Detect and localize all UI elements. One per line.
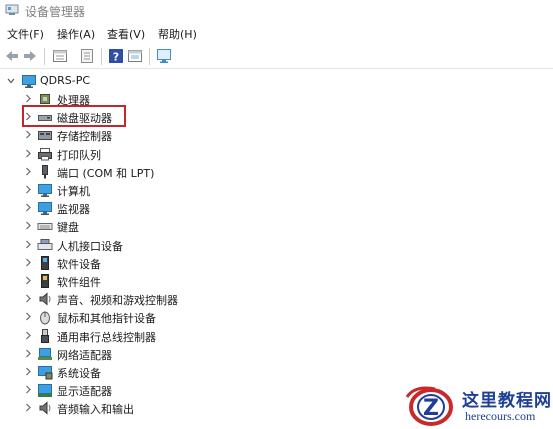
tree-item[interactable]: 计算机: [0, 181, 553, 199]
chevron-down-icon[interactable]: [7, 76, 15, 85]
menu-view[interactable]: 查看(V): [107, 26, 145, 42]
scan-hardware-icon[interactable]: [156, 48, 172, 64]
forward-icon[interactable]: [22, 48, 38, 64]
tree-root[interactable]: QDRS-PC: [0, 72, 553, 90]
tree-item[interactable]: 通用串行总线控制器: [0, 327, 553, 345]
audio-io-icon: [39, 401, 51, 415]
display-adapter-icon: [38, 384, 52, 398]
software-device-icon: [41, 255, 49, 270]
help-icon[interactable]: ?: [108, 48, 124, 64]
keyboard-icon: [37, 223, 53, 231]
tree-item[interactable]: 存储控制器: [0, 126, 553, 144]
watermark-logo-icon: Z: [405, 386, 453, 426]
watermark: Z 这里教程网 herecours.com: [402, 383, 553, 429]
tree-item-label: 网络适配器: [57, 348, 112, 362]
tree-item-label: 软件组件: [57, 276, 101, 289]
chevron-right-icon[interactable]: [24, 294, 32, 303]
toolbar: ?: [0, 44, 553, 69]
chevron-right-icon[interactable]: [24, 94, 32, 103]
tree-item-label: 打印队列: [57, 148, 101, 162]
sound-icon: [39, 292, 51, 306]
chevron-right-icon[interactable]: [24, 149, 32, 158]
tree-item[interactable]: 人机接口设备: [0, 236, 553, 254]
printer-icon: [38, 147, 52, 161]
chevron-right-icon[interactable]: [24, 349, 32, 358]
computer-icon: [38, 184, 52, 197]
tree-item-label: 存储控制器: [57, 130, 112, 144]
usb-icon: [41, 328, 49, 343]
chevron-right-icon[interactable]: [24, 331, 32, 340]
properties-grid-icon[interactable]: [52, 48, 68, 64]
mouse-icon: [40, 311, 50, 325]
watermark-title: 这里教程网: [462, 391, 552, 411]
monitor-icon: [38, 202, 52, 216]
tree-item-label: 显示适配器: [57, 385, 112, 399]
tree-item-label: 系统设备: [57, 367, 101, 380]
port-icon: [42, 164, 48, 179]
show-hidden-icon[interactable]: [127, 48, 143, 64]
tree-item-label: 鼠标和其他指针设备: [57, 312, 156, 326]
watermark-url: herecours.com: [465, 409, 536, 423]
chevron-right-icon[interactable]: [24, 130, 32, 139]
chevron-right-icon[interactable]: [24, 367, 32, 376]
tree-item-label: 人机接口设备: [57, 239, 123, 253]
software-component-icon: [41, 274, 49, 288]
chevron-right-icon[interactable]: [24, 258, 32, 267]
menu-help[interactable]: 帮助(H): [158, 26, 197, 42]
title-bar: 设备管理器: [0, 0, 553, 22]
tree-item-label: 计算机: [57, 185, 90, 198]
tree-item[interactable]: 软件组件: [0, 272, 553, 290]
svg-text:?: ?: [113, 51, 119, 64]
tree-item[interactable]: 打印队列: [0, 145, 553, 163]
storage-controller-icon: [38, 131, 52, 141]
highlight-box: [22, 105, 126, 127]
menu-bar: 文件(F) 操作(A) 查看(V) 帮助(H): [0, 23, 553, 43]
tree-item-label: 监视器: [57, 203, 90, 217]
chevron-right-icon[interactable]: [24, 167, 32, 176]
tree-item[interactable]: 声音、视频和游戏控制器: [0, 290, 553, 308]
toolbar-separator: [44, 48, 45, 65]
svg-text:Z: Z: [423, 396, 439, 421]
chevron-right-icon[interactable]: [24, 403, 32, 412]
chevron-right-icon[interactable]: [24, 276, 32, 285]
chevron-right-icon[interactable]: [24, 221, 32, 230]
tree-item-label: 声音、视频和游戏控制器: [57, 294, 178, 308]
tree-item[interactable]: 软件设备: [0, 254, 553, 272]
tree-item[interactable]: 键盘: [0, 217, 553, 235]
window-title: 设备管理器: [25, 5, 86, 19]
tree-item-label: 通用串行总线控制器: [57, 330, 156, 344]
tree-item[interactable]: 监视器: [0, 199, 553, 217]
hid-icon: [37, 238, 53, 250]
chevron-right-icon[interactable]: [24, 240, 32, 249]
properties-icon[interactable]: [79, 48, 95, 64]
chevron-right-icon[interactable]: [24, 185, 32, 194]
tree-item-label: 软件设备: [57, 257, 101, 271]
toolbar-separator: [101, 48, 102, 65]
chevron-right-icon[interactable]: [24, 203, 32, 212]
tree-item-label: 音频输入和输出: [57, 403, 134, 417]
menu-action[interactable]: 操作(A): [57, 26, 95, 42]
toolbar-separator: [149, 48, 150, 65]
device-manager-icon: [5, 4, 19, 15]
tree-item[interactable]: 端口 (COM 和 LPT): [0, 163, 553, 181]
system-device-icon: [38, 366, 53, 380]
computer-icon: [22, 75, 36, 88]
chevron-right-icon[interactable]: [24, 385, 32, 394]
tree-root-label: QDRS-PC: [40, 74, 91, 87]
network-adapter-icon: [38, 347, 52, 360]
tree-item[interactable]: 网络适配器: [0, 345, 553, 363]
tree-item-label: 端口 (COM 和 LPT): [57, 166, 155, 180]
back-icon[interactable]: [4, 48, 20, 64]
tree-item-label: 键盘: [57, 221, 79, 235]
tree-item[interactable]: 鼠标和其他指针设备: [0, 308, 553, 326]
tree-item[interactable]: 系统设备: [0, 363, 553, 381]
menu-file[interactable]: 文件(F): [7, 26, 44, 42]
chevron-right-icon[interactable]: [24, 312, 32, 321]
